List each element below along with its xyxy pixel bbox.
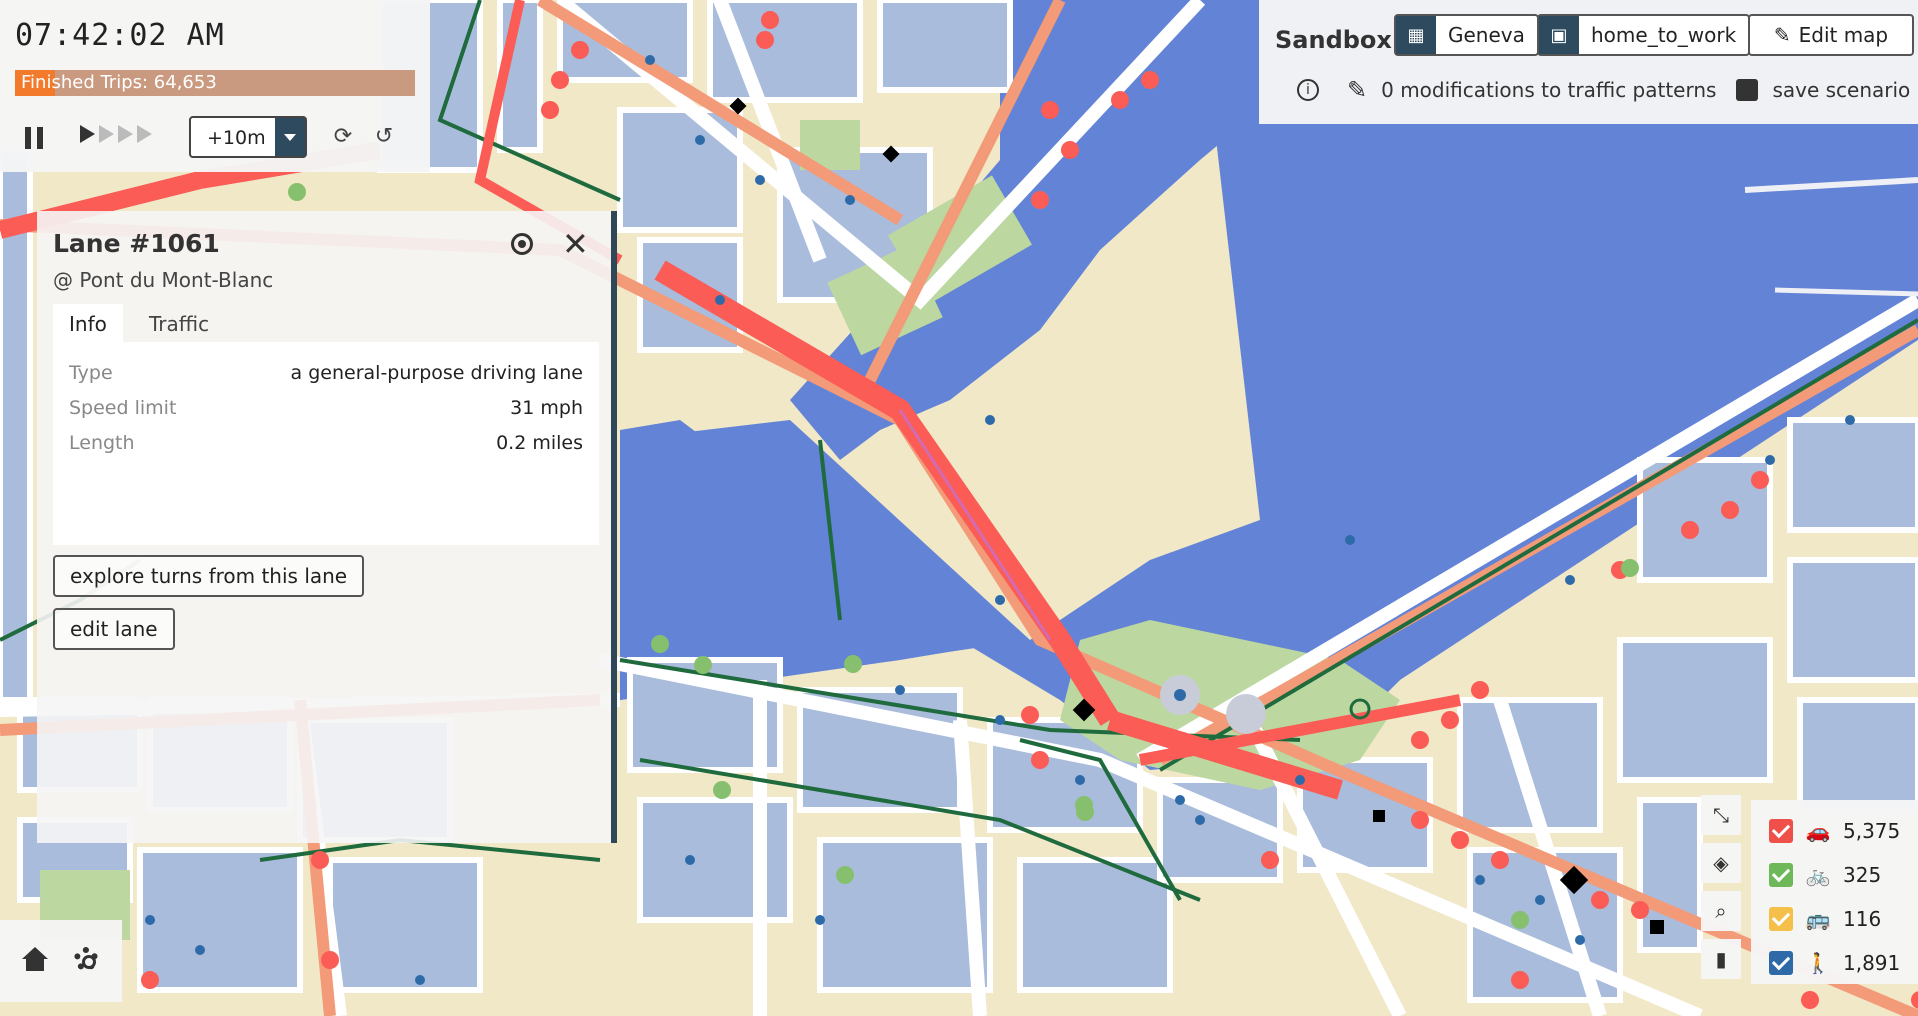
reset-icon[interactable]: ↺ bbox=[372, 125, 396, 149]
play-speed-3-icon[interactable] bbox=[118, 125, 133, 143]
home-settings-panel bbox=[0, 920, 122, 1002]
info-value: 31 mph bbox=[510, 397, 583, 419]
legend-row-car: 🚗 5,375 bbox=[1769, 818, 1900, 844]
tab-traffic[interactable]: Traffic bbox=[133, 304, 225, 342]
bus-count: 116 bbox=[1843, 907, 1882, 931]
sandbox-panel: Sandbox ▦ Geneva ▣ home_to_work ✎ Edit m… bbox=[1259, 0, 1918, 124]
finished-trips-bar: Finished Trips: 64,653 bbox=[15, 70, 415, 96]
play-speed-1-icon[interactable] bbox=[80, 125, 95, 143]
legend-row-bus: 🚌 116 bbox=[1769, 906, 1881, 932]
chart-icon[interactable]: ▮ bbox=[1701, 939, 1741, 979]
legend-row-pedestrian: 🚶 1,891 bbox=[1769, 950, 1900, 976]
time-step-value: +10m bbox=[207, 127, 266, 149]
pause-button[interactable] bbox=[22, 125, 48, 151]
scenario-picker-button[interactable]: ▣ home_to_work bbox=[1537, 14, 1751, 56]
bike-icon: 🚲 bbox=[1805, 863, 1831, 887]
legend-row-bike: 🚲 325 bbox=[1769, 862, 1881, 888]
lane-info-panel: Lane #1061 ✕ @ Pont du Mont-Blanc Info T… bbox=[37, 211, 617, 843]
clock-display: 07:42:02 AM bbox=[15, 18, 225, 53]
sandbox-title: Sandbox bbox=[1275, 26, 1392, 54]
scenario-name: home_to_work bbox=[1591, 23, 1737, 47]
bike-toggle-checkbox[interactable] bbox=[1769, 863, 1793, 887]
time-panel: 07:42:02 AM Finished Trips: 64,653 +10m … bbox=[0, 0, 430, 172]
map-picker-button[interactable]: ▦ Geneva bbox=[1394, 14, 1539, 56]
pedestrian-toggle-checkbox[interactable] bbox=[1769, 951, 1793, 975]
edit-map-button[interactable]: ✎ Edit map bbox=[1748, 14, 1914, 56]
save-scenario-label[interactable]: save scenario bbox=[1772, 78, 1910, 102]
bus-icon: 🚌 bbox=[1805, 907, 1831, 931]
map-icon: ▦ bbox=[1396, 16, 1436, 54]
map-name: Geneva bbox=[1448, 23, 1525, 47]
info-key: Length bbox=[69, 432, 135, 454]
map-tools: ⤡ ◈ ⌕ ▮ bbox=[1701, 795, 1741, 981]
play-speed-4-icon[interactable] bbox=[137, 125, 152, 143]
car-count: 5,375 bbox=[1843, 819, 1901, 843]
scenario-tools-row: i ✎ 0 modifications to traffic patterns … bbox=[1297, 76, 1910, 104]
gear-icon[interactable] bbox=[74, 947, 98, 971]
bike-count: 325 bbox=[1843, 863, 1882, 887]
finished-trips-label: Finished Trips: 64,653 bbox=[21, 72, 217, 93]
locate-icon[interactable] bbox=[511, 233, 533, 255]
pedestrian-count: 1,891 bbox=[1843, 951, 1901, 975]
edit-map-label: Edit map bbox=[1798, 23, 1889, 47]
car-icon: 🚗 bbox=[1805, 819, 1831, 843]
bus-toggle-checkbox[interactable] bbox=[1769, 907, 1793, 931]
lane-info-table: Type a general-purpose driving lane Spee… bbox=[53, 342, 599, 545]
play-speed-2-icon[interactable] bbox=[99, 125, 114, 143]
tab-info[interactable]: Info bbox=[53, 304, 123, 342]
explore-turns-button[interactable]: explore turns from this lane bbox=[53, 555, 365, 597]
car-toggle-checkbox[interactable] bbox=[1769, 819, 1793, 843]
layers-icon[interactable]: ◈ bbox=[1701, 843, 1741, 883]
info-icon[interactable]: i bbox=[1297, 79, 1319, 101]
info-key: Speed limit bbox=[69, 397, 177, 419]
save-icon[interactable] bbox=[1736, 79, 1759, 101]
pencil-icon: ✎ bbox=[1773, 23, 1791, 47]
chevron-down-icon[interactable] bbox=[275, 118, 305, 156]
lane-location: @ Pont du Mont-Blanc bbox=[53, 268, 274, 292]
agent-legend: 🚗 5,375 🚲 325 🚌 116 🚶 1,891 bbox=[1751, 800, 1918, 984]
time-step-select[interactable]: +10m bbox=[189, 116, 307, 158]
pedestrian-icon: 🚶 bbox=[1805, 951, 1831, 975]
lane-title: Lane #1061 bbox=[53, 229, 220, 258]
search-icon[interactable]: ⌕ bbox=[1701, 891, 1741, 931]
close-icon[interactable]: ✕ bbox=[562, 225, 589, 263]
home-icon[interactable] bbox=[22, 947, 48, 973]
speed-controls bbox=[80, 125, 152, 143]
edit-traffic-icon[interactable]: ✎ bbox=[1347, 76, 1367, 104]
info-value: 0.2 miles bbox=[496, 432, 583, 454]
jump-to-time-icon[interactable]: ⟳ bbox=[331, 125, 355, 149]
calendar-icon: ▣ bbox=[1539, 16, 1579, 54]
info-key: Type bbox=[69, 362, 113, 384]
modifications-text: 0 modifications to traffic patterns bbox=[1381, 78, 1717, 102]
edit-lane-button[interactable]: edit lane bbox=[53, 608, 175, 650]
info-value: a general-purpose driving lane bbox=[290, 362, 583, 384]
zoom-fit-icon[interactable]: ⤡ bbox=[1701, 795, 1741, 835]
